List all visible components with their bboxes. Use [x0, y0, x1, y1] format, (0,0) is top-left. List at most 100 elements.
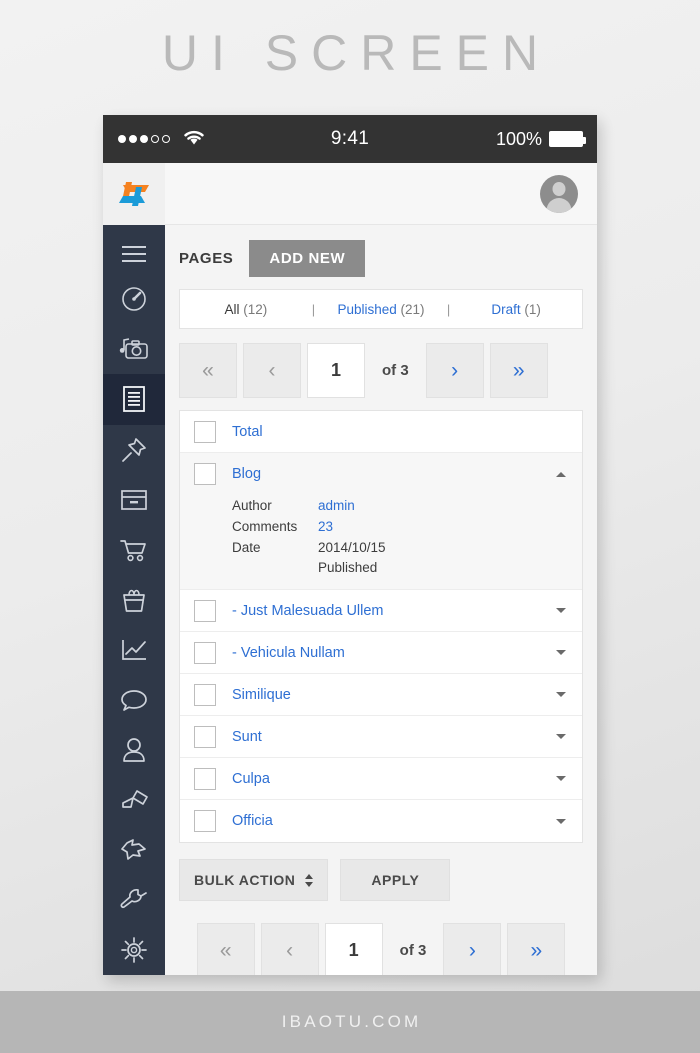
row-checkbox[interactable] — [194, 767, 216, 790]
sidebar-item-settings[interactable] — [103, 925, 165, 975]
footer-text: IBAOTU.COM — [281, 1012, 422, 1031]
top-bar-spacer — [165, 163, 540, 224]
pagination-total-label: of 3 — [382, 362, 409, 379]
pagination-bottom: « ‹ 1 of 3 › » — [179, 901, 583, 975]
expand-caret-down-icon[interactable] — [556, 734, 566, 739]
sidebar-item-archive[interactable] — [103, 475, 165, 525]
paint-brush-icon — [119, 788, 149, 812]
row-checkbox[interactable] — [194, 810, 216, 832]
speech-bubble-icon — [120, 688, 148, 712]
pagination-next-button[interactable]: › — [425, 343, 484, 398]
sidebar-item-stats[interactable] — [103, 625, 165, 675]
collapse-caret-up-icon[interactable] — [556, 471, 566, 477]
pagination-last-button[interactable]: » — [489, 343, 548, 398]
plug-icon — [119, 837, 149, 863]
sidebar-item-users[interactable] — [103, 725, 165, 775]
list-row[interactable]: Officia — [180, 800, 582, 842]
expand-caret-down-icon[interactable] — [556, 692, 566, 697]
sidebar-item-dashboard[interactable] — [103, 274, 165, 324]
tab-draft[interactable]: Draft (1) — [450, 302, 582, 317]
pagination-prev-button[interactable]: ‹ — [243, 343, 301, 398]
detail-status: Published — [318, 560, 378, 575]
archive-box-icon — [120, 488, 148, 512]
pagination-current-page[interactable]: 1 — [307, 343, 365, 398]
row-checkbox[interactable] — [194, 641, 216, 664]
brand-logo-icon[interactable] — [103, 163, 165, 225]
row-checkbox[interactable] — [194, 599, 216, 622]
row-checkbox[interactable] — [194, 725, 216, 748]
row-label: Officia — [232, 813, 273, 829]
list-row[interactable]: Culpa — [180, 758, 582, 800]
expand-caret-down-icon[interactable] — [556, 650, 566, 655]
pagination-current-page[interactable]: 1 — [324, 923, 383, 975]
detail-value-author[interactable]: admin — [318, 498, 355, 513]
add-new-button[interactable]: ADD NEW — [249, 239, 366, 277]
app-top-bar — [103, 163, 597, 225]
detail-key: Author — [232, 498, 272, 513]
tab-all-label: All — [224, 301, 240, 317]
user-avatar-icon[interactable] — [540, 174, 578, 213]
detail-value-comments[interactable]: 23 — [318, 519, 333, 534]
phone-mockup: 9:41 100% PAGES ADD NEW All (12) | Publi… — [103, 115, 597, 975]
expand-caret-down-icon[interactable] — [556, 776, 566, 781]
hamburger-menu-icon — [121, 245, 147, 263]
list-row[interactable]: Sunt — [180, 716, 582, 758]
pagination-prev-button[interactable]: ‹ — [260, 923, 319, 975]
poster-footer: IBAOTU.COM — [0, 991, 700, 1053]
sidebar-item-appearance[interactable] — [103, 775, 165, 825]
gift-basket-icon — [120, 586, 148, 614]
expand-caret-down-icon[interactable] — [556, 608, 566, 613]
row-label: Blog — [232, 466, 262, 482]
list-row[interactable]: - Just Malesuada Ullem — [180, 590, 582, 632]
pagination-first-button[interactable]: « — [179, 343, 237, 398]
page-section-title: PAGES — [179, 249, 234, 267]
pagination-first-button[interactable]: « — [196, 923, 255, 975]
detail-row-date: Date 2014/10/15 — [232, 537, 568, 558]
user-icon — [121, 736, 147, 764]
pagination-top: « ‹ 1 of 3 › » — [179, 329, 583, 410]
sidebar-item-media[interactable] — [103, 324, 165, 374]
tab-draft-label: Draft — [491, 301, 521, 317]
page-title: UI SCREEN — [161, 25, 552, 81]
sidebar-item-gifts[interactable] — [103, 575, 165, 625]
row-label: Culpa — [232, 770, 270, 787]
avatar-container[interactable] — [540, 163, 597, 224]
row-label: Sunt — [232, 728, 262, 745]
tab-published[interactable]: Published (21) — [315, 302, 447, 317]
list-row-blog[interactable]: Blog — [180, 453, 582, 495]
battery-full-icon — [549, 131, 586, 147]
sidebar-item-shop[interactable] — [103, 525, 165, 575]
sidebar-item-pinned[interactable] — [103, 425, 165, 475]
pages-header: PAGES ADD NEW — [179, 225, 583, 283]
pagination-next-button[interactable]: › — [443, 923, 502, 975]
detail-value-date: 2014/10/15 — [318, 540, 386, 555]
tab-all[interactable]: All (12) — [180, 302, 312, 317]
row-checkbox[interactable] — [194, 420, 216, 443]
sidebar-item-menu[interactable] — [103, 233, 165, 274]
sidebar-item-tools[interactable] — [103, 875, 165, 925]
detail-row-comments: Comments 23 — [232, 516, 568, 537]
tab-published-label: Published — [337, 301, 397, 317]
list-row[interactable]: - Vehicula Nullam — [180, 632, 582, 674]
detail-key: Comments — [232, 519, 298, 534]
sidebar-item-plugins[interactable] — [103, 825, 165, 875]
row-label: Total — [232, 423, 263, 440]
sidebar-item-comments[interactable] — [103, 675, 165, 725]
sidebar-item-pages[interactable] — [103, 374, 165, 425]
apply-button[interactable]: APPLY — [340, 859, 451, 901]
pagination-last-button[interactable]: » — [507, 923, 566, 975]
pushpin-icon — [120, 436, 148, 464]
pages-list: Total Blog Author admin Comments 23 Date… — [179, 410, 583, 843]
bulk-action-select[interactable]: BULK ACTION — [179, 859, 329, 901]
list-row[interactable]: Similique — [180, 674, 582, 716]
shopping-cart-icon — [119, 537, 149, 563]
filter-tabs: All (12) | Published (21) | Draft (1) — [179, 289, 583, 329]
pagination-total-label: of 3 — [399, 942, 427, 959]
expand-caret-down-icon[interactable] — [556, 818, 566, 824]
list-row-total[interactable]: Total — [180, 411, 582, 453]
row-label: - Just Malesuada Ullem — [232, 602, 384, 619]
row-checkbox[interactable] — [194, 463, 216, 485]
tab-published-count: (21) — [400, 301, 425, 317]
row-checkbox[interactable] — [194, 683, 216, 706]
stepper-icon[interactable] — [305, 873, 314, 887]
